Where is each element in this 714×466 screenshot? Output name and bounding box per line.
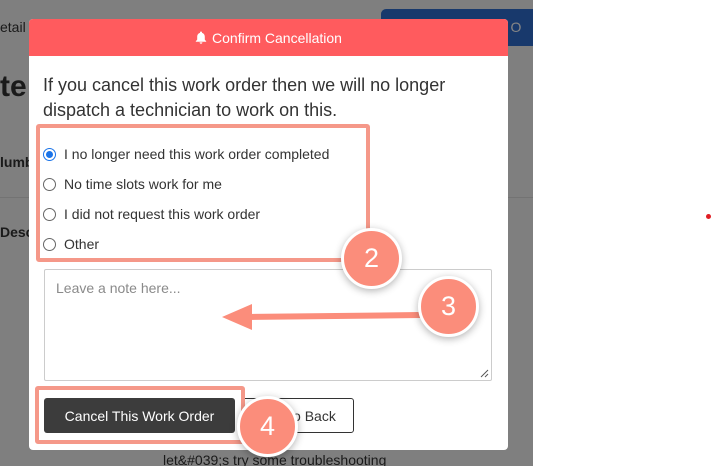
step-badge-4: 4 bbox=[237, 396, 298, 457]
pointer-arrow-icon bbox=[222, 304, 422, 330]
step-badge-2: 2 bbox=[341, 228, 402, 289]
bell-icon bbox=[195, 31, 207, 44]
cancel-button-highlight-box bbox=[35, 386, 245, 444]
modal-intro-text: If you cancel this work order then we wi… bbox=[43, 75, 446, 120]
step-badge-3: 3 bbox=[418, 276, 479, 337]
resize-handle-icon[interactable] bbox=[480, 369, 489, 378]
modal-title: Confirm Cancellation bbox=[212, 29, 342, 46]
modal-header: Confirm Cancellation bbox=[29, 19, 508, 56]
cursor-dot bbox=[706, 214, 711, 219]
options-highlight-box bbox=[36, 124, 370, 262]
